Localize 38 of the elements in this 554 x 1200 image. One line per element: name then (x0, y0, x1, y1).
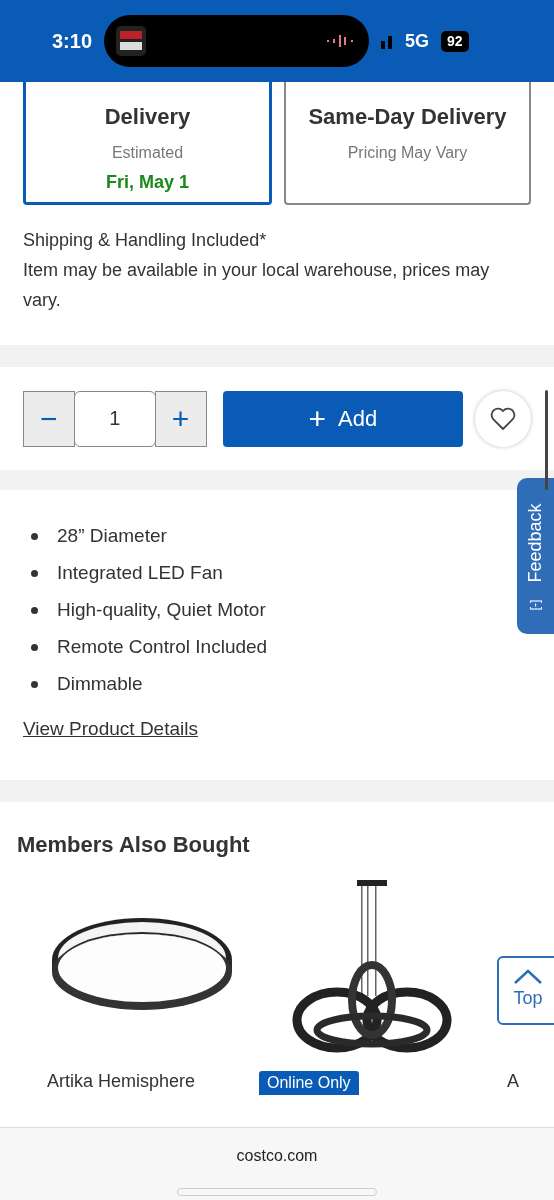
bullet-icon (31, 681, 38, 688)
delivery-option[interactable]: Delivery Estimated Fri, May 1 (23, 82, 272, 205)
option-subtitle: Estimated (111, 143, 184, 163)
online-only-badge: Online Only (259, 1071, 359, 1095)
back-to-top-button[interactable]: Top (497, 956, 554, 1025)
increase-button[interactable]: + (154, 390, 207, 447)
bullet-icon (31, 644, 38, 651)
decrease-button[interactable]: − (23, 390, 75, 447)
product-name: A (507, 1070, 519, 1093)
bullet-icon (31, 533, 38, 540)
delivery-option[interactable]: Same-Day Delivery Pricing May Vary (284, 82, 531, 205)
favorite-button[interactable] (475, 390, 531, 447)
product-details-link[interactable]: View Product Details (23, 715, 198, 744)
bullet-icon (31, 607, 38, 614)
add-button[interactable]: + Add (222, 390, 464, 447)
signal-icon (381, 33, 394, 49)
quantity-field[interactable]: 1 (73, 390, 156, 447)
feature-text: Integrated LED Fan (57, 561, 223, 586)
bullet-icon (31, 570, 38, 577)
feature-text: Dimmable (57, 672, 143, 697)
chevron-up-icon (513, 969, 543, 985)
shipping-note: Shipping & Handling Included* (23, 229, 268, 252)
heart-icon (490, 406, 517, 431)
warehouse-note: Item may be available in your local warehouse, prices may vary. (23, 259, 491, 312)
status-time: 3:10 (52, 29, 93, 54)
option-title: Delivery (104, 103, 191, 131)
feedback-tab[interactable]: [-] Feedback (517, 478, 554, 634)
network-label: 5G (405, 29, 430, 53)
feature-text: 28” Diameter (57, 524, 167, 549)
url-text: costco.com (236, 1146, 318, 1166)
option-subtitle: Pricing May Vary (347, 143, 468, 163)
delivery-date: Fri, May 1 (106, 171, 189, 194)
section-title: Members Also Bought (17, 831, 251, 859)
product-name: Artika Hemisphere (47, 1070, 196, 1093)
battery-icon: 92 (441, 30, 469, 52)
feature-text: Remote Control Included (57, 635, 268, 660)
feature-text: High-quality, Quiet Motor (57, 598, 266, 623)
option-title: Same-Day Delivery (308, 103, 507, 131)
